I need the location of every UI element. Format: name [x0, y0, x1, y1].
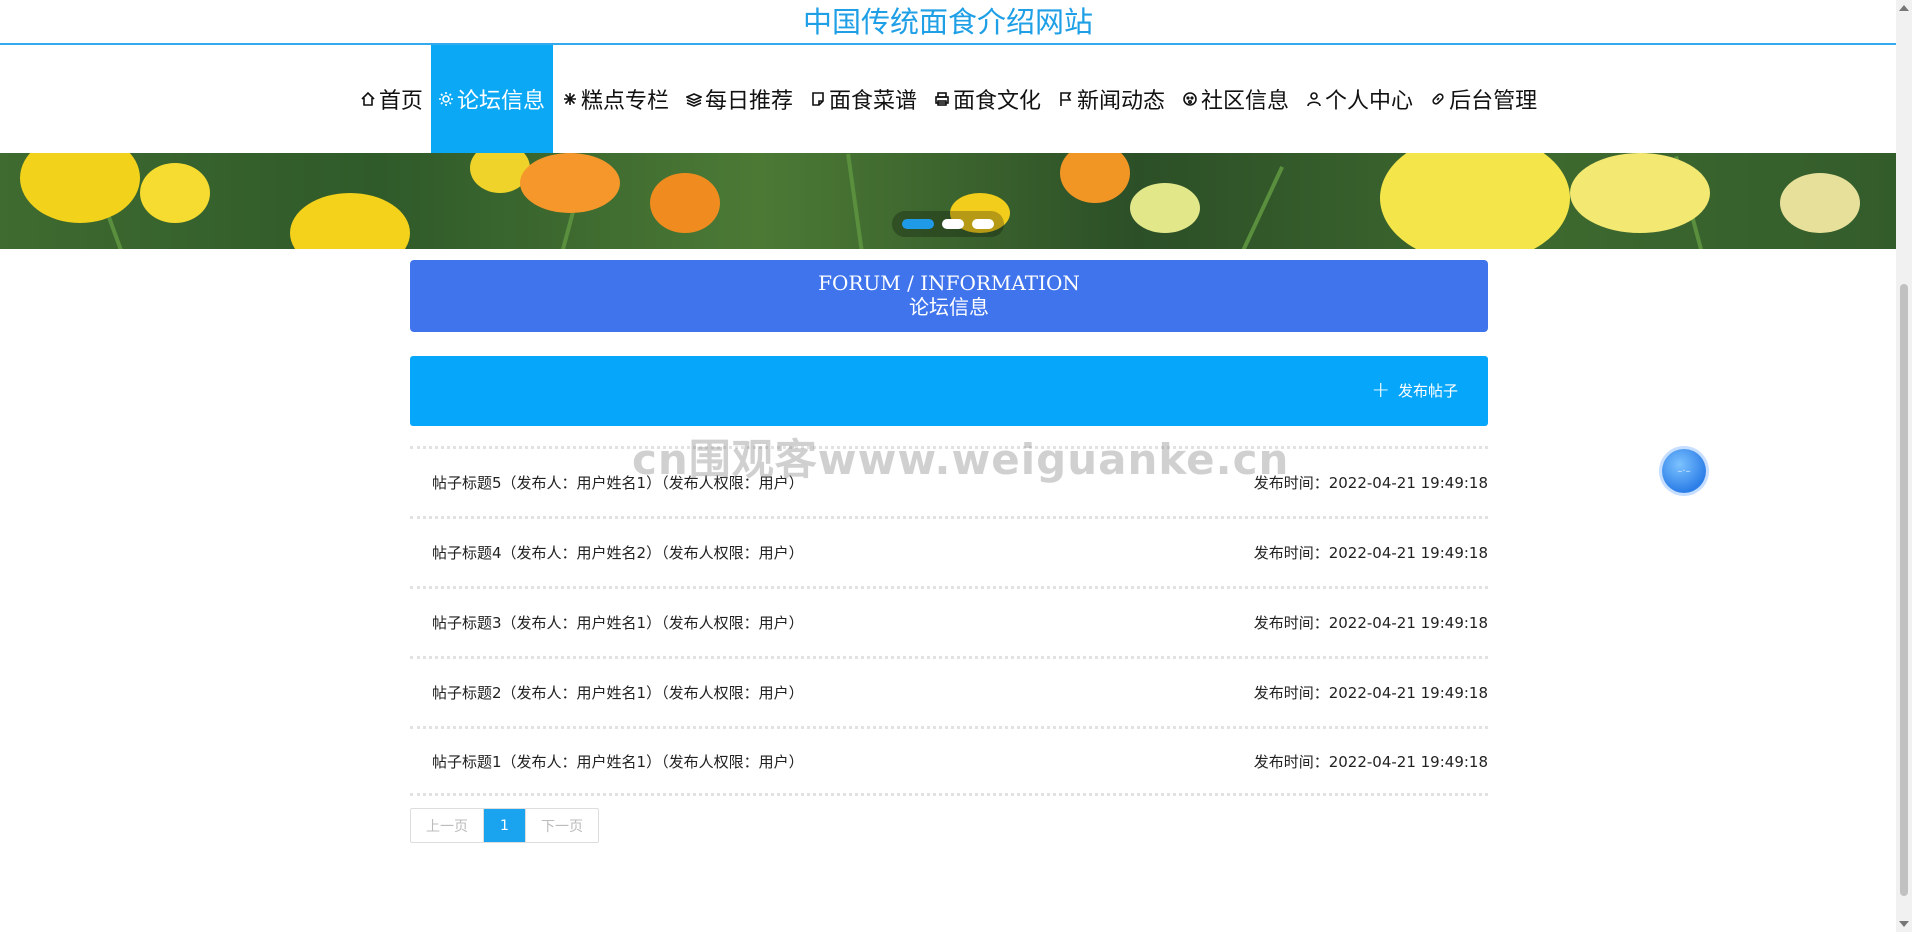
nav-item-label: 后台管理: [1449, 89, 1538, 114]
page-number-button[interactable]: 1: [484, 809, 525, 842]
post-time: 发布时间：2022-04-21 19:49:18: [1253, 614, 1488, 632]
post-list: 帖子标题5（发布人：用户姓名1）（发布人权限：用户） 发布时间：2022-04-…: [410, 446, 1488, 796]
nav-item-pastry[interactable]: 糕点专栏: [553, 45, 677, 153]
nav-item-daily[interactable]: 每日推荐: [677, 45, 801, 153]
main-nav: 首页 论坛信息 糕点专栏 每日推荐 面食菜谱 面食文化 新闻动态 社区信息 个人…: [0, 45, 1896, 153]
carousel-indicators: [892, 211, 1004, 237]
next-page-button[interactable]: 下一页: [525, 809, 598, 842]
floating-assistant-button[interactable]: –·–: [1662, 449, 1706, 493]
nav-item-label: 糕点专栏: [580, 89, 669, 114]
list-item[interactable]: 帖子标题4（发布人：用户姓名2）（发布人权限：用户） 发布时间：2022-04-…: [410, 516, 1488, 586]
nav-item-recipes[interactable]: 面食菜谱: [801, 45, 925, 153]
note-icon: [809, 90, 827, 108]
post-time: 发布时间：2022-04-21 19:49:18: [1253, 684, 1488, 702]
watermark: cn围观客www.weiguanke.cn: [632, 435, 1290, 484]
scroll-up-icon[interactable]: [1899, 5, 1909, 11]
post-title[interactable]: 帖子标题2（发布人：用户姓名1）（发布人权限：用户）: [432, 682, 804, 703]
scroll-thumb[interactable]: [1900, 284, 1908, 896]
post-title[interactable]: 帖子标题4（发布人：用户姓名2）（发布人权限：用户）: [432, 542, 804, 563]
plus-icon: +: [1371, 377, 1390, 403]
carousel-dot[interactable]: [972, 219, 994, 229]
prev-page-button[interactable]: 上一页: [411, 809, 484, 842]
section-title-cn: 论坛信息: [909, 295, 989, 319]
list-item[interactable]: 帖子标题1（发布人：用户姓名1）（发布人权限：用户） 发布时间：2022-04-…: [410, 726, 1488, 796]
nav-item-profile[interactable]: 个人中心: [1297, 45, 1421, 153]
nav-item-home[interactable]: 首页: [351, 45, 431, 153]
site-title: 中国传统面食介绍网站: [802, 5, 1093, 39]
nav-item-label: 面食菜谱: [828, 89, 917, 114]
section-title-en: FORUM / INFORMATION: [818, 271, 1080, 295]
link-icon: [1429, 90, 1447, 108]
nav-item-news[interactable]: 新闻动态: [1049, 45, 1173, 153]
layers-icon: [685, 90, 703, 108]
nav-item-label: 新闻动态: [1077, 89, 1166, 114]
carousel-dot[interactable]: [942, 219, 964, 229]
list-item[interactable]: 帖子标题3（发布人：用户姓名1）（发布人权限：用户） 发布时间：2022-04-…: [410, 586, 1488, 656]
face-icon: [1181, 90, 1199, 108]
printer-icon: [933, 90, 951, 108]
post-time: 发布时间：2022-04-21 19:49:18: [1253, 544, 1488, 562]
section-header: FORUM / INFORMATION 论坛信息: [410, 260, 1488, 332]
nav-item-culture[interactable]: 面食文化: [925, 45, 1049, 153]
post-title[interactable]: 帖子标题3（发布人：用户姓名1）（发布人权限：用户）: [432, 612, 804, 633]
pagination: 上一页 1 下一页: [410, 808, 599, 843]
assistant-icon: –·–: [1677, 465, 1691, 477]
nav-item-label: 个人中心: [1325, 89, 1414, 114]
nav-item-label: 社区信息: [1201, 89, 1290, 114]
nav-item-admin[interactable]: 后台管理: [1421, 45, 1545, 153]
flag-icon: [1057, 90, 1075, 108]
scroll-down-icon[interactable]: [1899, 921, 1909, 927]
nav-item-label: 面食文化: [953, 89, 1042, 114]
publish-post-label: 发布帖子: [1397, 382, 1458, 400]
snowflake-icon: [561, 90, 579, 108]
nav-item-label: 论坛信息: [456, 89, 545, 114]
forum-toolbar: + 发布帖子: [410, 356, 1488, 426]
nav-item-community[interactable]: 社区信息: [1173, 45, 1297, 153]
publish-post-button[interactable]: + 发布帖子: [1371, 377, 1458, 403]
page-scrollbar[interactable]: [1896, 0, 1912, 932]
gear-icon: [437, 90, 455, 108]
post-time: 发布时间：2022-04-21 19:49:18: [1253, 752, 1488, 771]
nav-item-label: 每日推荐: [704, 89, 793, 114]
user-icon: [1305, 90, 1323, 108]
post-title[interactable]: 帖子标题1（发布人：用户姓名1）（发布人权限：用户）: [432, 751, 804, 772]
carousel-dot[interactable]: [902, 219, 934, 229]
banner-carousel[interactable]: [0, 153, 1896, 249]
list-item[interactable]: 帖子标题2（发布人：用户姓名1）（发布人权限：用户） 发布时间：2022-04-…: [410, 656, 1488, 726]
nav-item-label: 首页: [378, 89, 423, 114]
nav-item-forum[interactable]: 论坛信息: [430, 45, 553, 153]
home-icon: [359, 90, 377, 108]
